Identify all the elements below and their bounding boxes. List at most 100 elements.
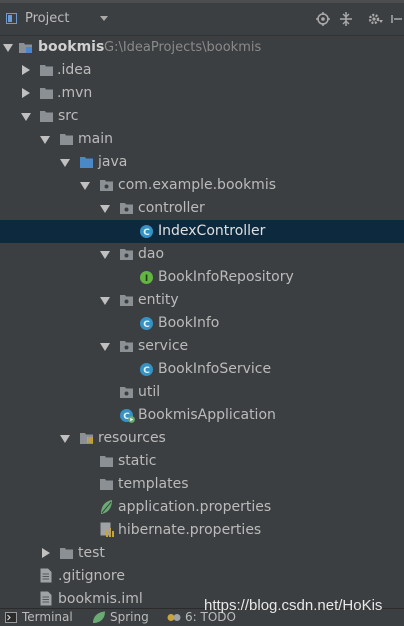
expand-arrow-icon[interactable] xyxy=(40,136,50,144)
package-icon xyxy=(120,203,133,214)
tree-label: BookInfoRepository xyxy=(158,269,294,285)
hide-icon[interactable] xyxy=(390,12,402,26)
tree-label: .gitignore xyxy=(58,568,125,584)
spring-icon xyxy=(93,611,105,623)
collapsed-arrow-icon[interactable] xyxy=(22,65,30,75)
folder-icon xyxy=(60,134,73,145)
tree-label: BookInfo xyxy=(158,315,220,331)
package-icon xyxy=(120,249,133,260)
tree-label: main xyxy=(78,131,113,147)
tree-row-bookinforepository[interactable]: I BookInfoRepository xyxy=(0,266,404,289)
terminal-icon xyxy=(5,612,17,623)
svg-text:C: C xyxy=(143,320,150,330)
tree-label: BookmisApplication xyxy=(138,407,276,423)
module-folder-icon xyxy=(19,43,32,53)
expand-arrow-icon[interactable] xyxy=(60,159,70,167)
tree-label: controller xyxy=(138,200,205,216)
tree-label: bookmis.iml xyxy=(58,591,143,607)
tree-row-service[interactable]: service xyxy=(0,335,404,358)
tree-row-resources[interactable]: resources xyxy=(0,427,404,450)
tree-row-package-root[interactable]: com.example.bookmis xyxy=(0,174,404,197)
package-icon xyxy=(120,387,133,398)
tree-row-indexcontroller[interactable]: C IndexController xyxy=(0,220,404,243)
header-top-strip xyxy=(0,0,404,3)
collapsed-arrow-icon[interactable] xyxy=(22,88,30,98)
folder-icon xyxy=(40,65,53,76)
project-view-title[interactable]: Project xyxy=(25,11,69,26)
tree-row-gitignore[interactable]: .gitignore xyxy=(0,565,404,588)
tree-row-java[interactable]: java xyxy=(0,151,404,174)
tree-label: .idea xyxy=(57,62,92,78)
folder-icon xyxy=(40,111,53,122)
tree-row-bookmis[interactable]: bookmis G:\IdeaProjects\bookmis xyxy=(0,36,404,59)
folder-icon xyxy=(100,456,113,467)
tree-label: IndexController xyxy=(158,223,266,239)
expand-arrow-icon[interactable] xyxy=(100,343,110,351)
expand-arrow-icon[interactable] xyxy=(80,182,90,190)
collapse-all-icon[interactable] xyxy=(339,12,353,26)
tree-row-application-properties[interactable]: application.properties xyxy=(0,496,404,519)
tree-label: hibernate.properties xyxy=(118,522,262,538)
spring-tab[interactable]: Spring xyxy=(110,610,149,624)
collapsed-arrow-icon[interactable] xyxy=(42,548,50,558)
tree-label: service xyxy=(138,338,189,354)
folder-icon xyxy=(40,88,53,99)
expand-arrow-icon[interactable] xyxy=(3,44,13,52)
tree-row-templates[interactable]: templates xyxy=(0,473,404,496)
tree-row-entity[interactable]: entity xyxy=(0,289,404,312)
tree-row-src[interactable]: src xyxy=(0,105,404,128)
tree-row-static[interactable]: static xyxy=(0,450,404,473)
module-path: G:\IdeaProjects\bookmis xyxy=(104,40,262,55)
source-folder-icon xyxy=(80,157,93,168)
interface-icon: I xyxy=(140,271,153,284)
tree-row-bookinfoservice[interactable]: C BookInfoService xyxy=(0,358,404,381)
tree-label: templates xyxy=(118,476,189,492)
tree-row-idea[interactable]: .idea xyxy=(0,59,404,82)
tree-row-main[interactable]: main xyxy=(0,128,404,151)
tree-label: BookInfoService xyxy=(158,361,272,377)
file-icon xyxy=(40,568,52,583)
svg-text:C: C xyxy=(143,366,150,376)
todo-icon xyxy=(167,614,181,621)
tree-label: java xyxy=(98,154,128,170)
expand-arrow-icon[interactable] xyxy=(60,435,70,443)
svg-text:I: I xyxy=(145,274,148,284)
properties-file-icon xyxy=(100,522,114,537)
package-icon xyxy=(120,341,133,352)
expand-arrow-icon[interactable] xyxy=(21,113,31,121)
spring-leaf-icon xyxy=(101,500,112,514)
tree-row-util[interactable]: util xyxy=(0,381,404,404)
tree-label: .mvn xyxy=(57,85,93,101)
tree-label: dao xyxy=(138,246,165,262)
package-icon xyxy=(120,295,133,306)
tree-label: application.properties xyxy=(118,499,272,515)
tree-row-bookmisapplication[interactable]: C BookmisApplication xyxy=(0,404,404,427)
folder-icon xyxy=(60,548,73,559)
project-icon xyxy=(6,13,17,24)
svg-text:C: C xyxy=(143,228,150,238)
tree-row-test[interactable]: test xyxy=(0,542,404,565)
class-icon: C xyxy=(140,363,153,376)
settings-icon[interactable] xyxy=(367,12,383,26)
tree-label: bookmis xyxy=(38,39,105,55)
expand-arrow-icon[interactable] xyxy=(100,297,110,305)
file-icon xyxy=(40,591,52,606)
chevron-down-icon[interactable] xyxy=(100,16,108,21)
tree-row-bookinfo[interactable]: C BookInfo xyxy=(0,312,404,335)
tree-row-hibernate-properties[interactable]: hibernate.properties xyxy=(0,519,404,542)
expand-arrow-icon[interactable] xyxy=(100,251,110,259)
spring-boot-class-icon: C xyxy=(120,409,135,423)
tree-label: com.example.bookmis xyxy=(118,177,277,193)
tree-row-controller[interactable]: controller xyxy=(0,197,404,220)
tree-label: src xyxy=(58,108,79,124)
tree-label: entity xyxy=(138,292,179,308)
locate-icon[interactable] xyxy=(316,12,330,26)
resources-folder-icon xyxy=(80,433,93,444)
project-tree[interactable]: bookmis G:\IdeaProjects\bookmis .idea .m… xyxy=(0,36,404,608)
package-icon xyxy=(100,180,113,191)
expand-arrow-icon[interactable] xyxy=(100,205,110,213)
tree-row-mvn[interactable]: .mvn xyxy=(0,82,404,105)
class-icon: C xyxy=(140,225,153,238)
terminal-tab[interactable]: Terminal xyxy=(22,610,73,624)
tree-row-dao[interactable]: dao xyxy=(0,243,404,266)
